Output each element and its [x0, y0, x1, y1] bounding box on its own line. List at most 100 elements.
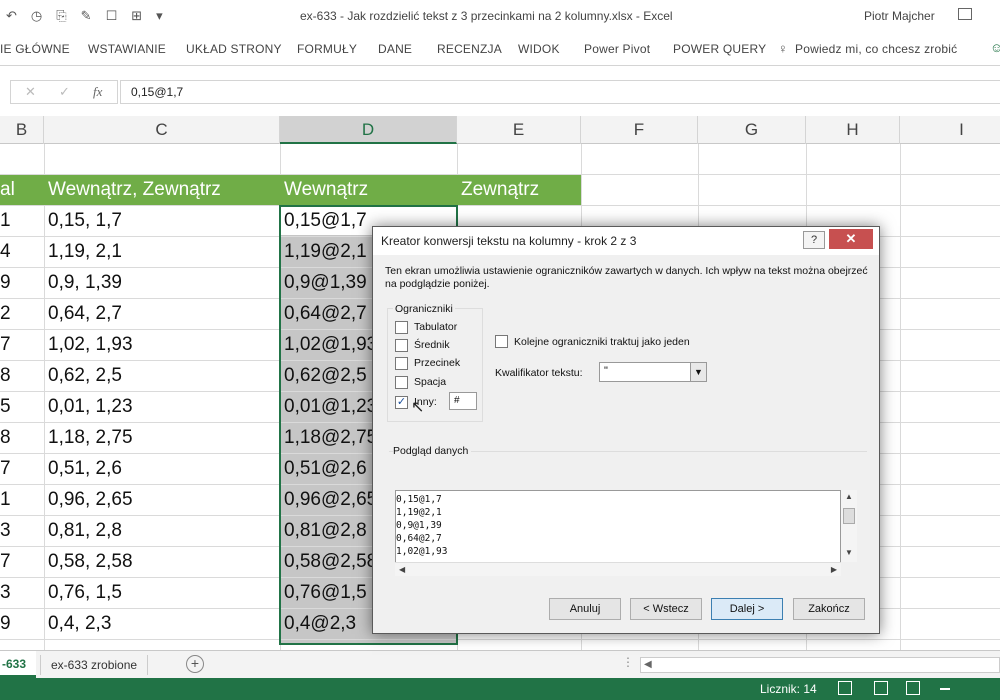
checkbox-space[interactable] [395, 375, 408, 389]
tab-insert[interactable]: WSTAWIANIE [88, 42, 166, 56]
cell-b[interactable]: 9 [0, 609, 44, 639]
page-break-view-icon[interactable] [906, 681, 920, 695]
cancel-button[interactable]: Anuluj [549, 598, 621, 620]
clipboard-icon[interactable]: ⎘ [56, 9, 66, 24]
consecutive-delimiters-option[interactable]: Kolejne ograniczniki traktuj jako jeden [495, 335, 690, 348]
sheet-tab-zrobione[interactable]: ex-633 zrobione [40, 655, 149, 675]
header-cell-b[interactable]: al [0, 175, 44, 205]
page-layout-view-icon[interactable] [874, 681, 888, 695]
qat-dropdown-icon[interactable]: ▾ [156, 9, 163, 24]
tab-page-layout[interactable]: UKŁAD STRONY [186, 42, 282, 56]
cell-b[interactable]: 9 [0, 268, 44, 298]
cell-c[interactable]: 0,58, 2,58 [44, 547, 280, 577]
sheet-tab-active[interactable]: -633 [0, 651, 36, 678]
tab-review[interactable]: RECENZJA [437, 42, 502, 56]
restore-icon[interactable] [958, 8, 972, 20]
checkbox-other[interactable]: ✓ [395, 395, 408, 409]
cell-b[interactable]: 3 [0, 516, 44, 546]
add-sheet-button[interactable]: + [186, 655, 204, 673]
cell-c[interactable]: 0,01, 1,23 [44, 392, 280, 422]
table-icon[interactable]: ⊞ [131, 9, 142, 24]
fx-icon[interactable]: fx [93, 84, 102, 100]
cell-b[interactable]: 7 [0, 547, 44, 577]
tab-power-pivot[interactable]: Power Pivot [584, 42, 650, 56]
tab-home[interactable]: IE GŁÓWNE [0, 42, 70, 56]
checkbox-consecutive[interactable] [495, 335, 508, 348]
checkbox-comma[interactable] [395, 356, 408, 370]
cell-c[interactable]: 1,19, 2,1 [44, 237, 280, 267]
checkbox-semicolon[interactable] [395, 338, 408, 352]
delimiter-semicolon[interactable]: Średnik [395, 337, 450, 353]
normal-view-icon[interactable] [838, 681, 852, 695]
column-header-e[interactable]: E [457, 116, 581, 144]
scroll-left-icon[interactable]: ◀ [399, 565, 405, 574]
column-header-b[interactable]: B [0, 116, 44, 144]
header-cell-d[interactable]: Wewnątrz [280, 175, 457, 205]
user-name[interactable]: Piotr Majcher [864, 9, 935, 23]
preview-vertical-scrollbar[interactable]: ▲ ▼ [841, 490, 857, 562]
cell-b[interactable]: 3 [0, 578, 44, 608]
back-button[interactable]: < Wstecz [630, 598, 702, 620]
help-button[interactable]: ? [803, 231, 825, 249]
scroll-up-icon[interactable]: ▲ [845, 492, 853, 501]
close-button[interactable]: ✕ [829, 229, 873, 249]
cell-b[interactable]: 8 [0, 423, 44, 453]
scroll-thumb[interactable] [843, 508, 855, 524]
enter-icon[interactable]: ✓ [59, 84, 70, 100]
brush-icon[interactable]: ☐ [106, 9, 118, 24]
cell-c[interactable]: 0,51, 2,6 [44, 454, 280, 484]
column-header-f[interactable]: F [581, 116, 698, 144]
header-cell-c[interactable]: Wewnątrz, Zewnątrz [44, 175, 280, 205]
finish-button[interactable]: Zakończ [793, 598, 865, 620]
horizontal-scrollbar[interactable]: ◀ [640, 657, 1000, 673]
scroll-left-icon[interactable]: ◀ [644, 659, 652, 670]
tab-power-query[interactable]: POWER QUERY [673, 42, 766, 56]
column-header-c[interactable]: C [44, 116, 280, 144]
cell-c[interactable]: 1,18, 2,75 [44, 423, 280, 453]
delimiter-tab[interactable]: Tabulator [395, 319, 457, 335]
tab-data[interactable]: DANE [378, 42, 412, 56]
next-button[interactable]: Dalej > [711, 598, 783, 620]
cancel-icon[interactable]: ✕ [25, 84, 36, 100]
scroll-down-icon[interactable]: ▼ [845, 548, 853, 557]
other-delimiter-input[interactable]: # [449, 392, 477, 410]
formula-input[interactable]: 0,15@1,7 [120, 80, 1000, 104]
checkbox-tab[interactable] [395, 320, 408, 334]
column-header-h[interactable]: H [806, 116, 900, 144]
delimiter-space[interactable]: Spacja [395, 374, 446, 390]
undo-icon[interactable]: ↶ [6, 9, 17, 24]
chevron-down-icon[interactable]: ▼ [690, 363, 706, 381]
cell-b[interactable]: 1 [0, 206, 44, 236]
tab-formulas[interactable]: FORMUŁY [297, 42, 357, 56]
qualifier-select[interactable]: " ▼ [599, 362, 707, 382]
scroll-right-icon[interactable]: ▶ [831, 565, 837, 574]
cell-c[interactable]: 0,4, 2,3 [44, 609, 280, 639]
cell-b[interactable]: 7 [0, 330, 44, 360]
delimiter-comma[interactable]: Przecinek [395, 355, 460, 371]
cell-c[interactable]: 0,96, 2,65 [44, 485, 280, 515]
zoom-out-icon[interactable] [940, 688, 950, 690]
tell-me-box[interactable]: Powiedz mi, co chcesz zrobić [795, 42, 957, 56]
preview-horizontal-scrollbar[interactable]: ◀ ▶ [395, 562, 841, 576]
tab-view[interactable]: WIDOK [518, 42, 560, 56]
cell-c[interactable]: 0,62, 2,5 [44, 361, 280, 391]
cell-c[interactable]: 0,76, 1,5 [44, 578, 280, 608]
paint-icon[interactable]: ✎ [81, 9, 92, 24]
cell-b[interactable]: 8 [0, 361, 44, 391]
column-header-g[interactable]: G [698, 116, 806, 144]
cell-b[interactable]: 5 [0, 392, 44, 422]
cell-c[interactable]: 0,81, 2,8 [44, 516, 280, 546]
column-header-d[interactable]: D [280, 116, 457, 144]
cell-b[interactable]: 7 [0, 454, 44, 484]
cell-b[interactable]: 2 [0, 299, 44, 329]
cell-c[interactable]: 1,02, 1,93 [44, 330, 280, 360]
cell-c[interactable]: 0,9, 1,39 [44, 268, 280, 298]
cell-b[interactable]: 4 [0, 237, 44, 267]
cell-c[interactable]: 0,15, 1,7 [44, 206, 280, 236]
header-cell-e[interactable]: Zewnątrz [457, 175, 581, 205]
column-header-i[interactable]: I [900, 116, 1000, 144]
cell-c[interactable]: 0,64, 2,7 [44, 299, 280, 329]
more-icon[interactable]: ⋮ [622, 655, 634, 669]
account-icon[interactable]: ☺ [990, 40, 1000, 55]
timer-icon[interactable]: ◷ [31, 9, 42, 24]
